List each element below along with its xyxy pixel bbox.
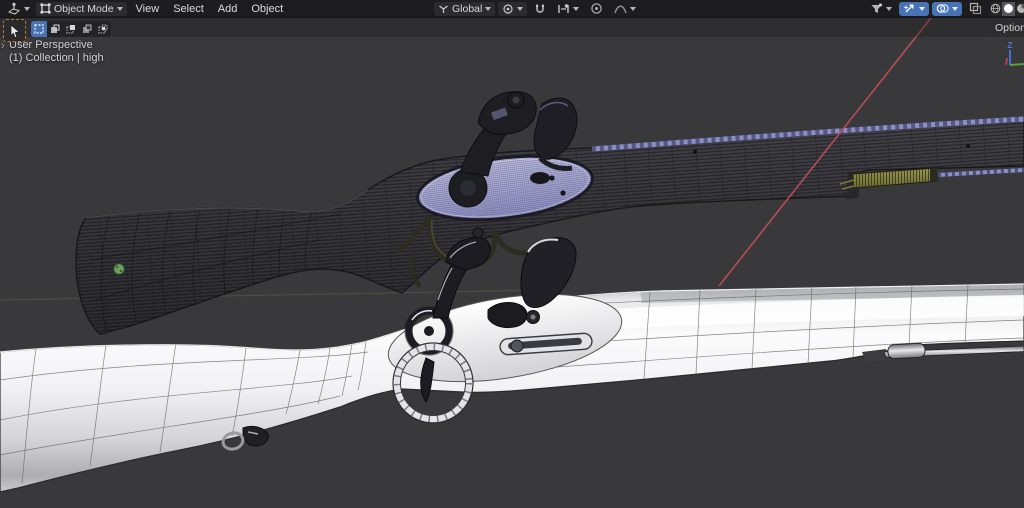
menubar: View Select Add Object [129, 0, 291, 17]
active-object-label: (1) Collection | high [9, 52, 104, 65]
sling-button [114, 264, 125, 275]
wireframe-shading-icon [990, 3, 1001, 14]
tool-header [0, 17, 1024, 37]
chevron-down-icon [117, 7, 123, 11]
shading-wireframe-button[interactable] [989, 2, 1002, 16]
axis-z-label: Z [1008, 41, 1013, 50]
shading-mode-group [989, 2, 1024, 16]
chevron-down-icon [573, 7, 579, 11]
menu-object[interactable]: Object [244, 0, 290, 17]
select-set-icon [34, 24, 44, 34]
viewport-header: Object Mode View Select Add Object Globa… [0, 0, 1024, 18]
chevron-down-icon [24, 7, 30, 11]
viewport-overlay-text: User Perspective (1) Collection | high [9, 39, 104, 65]
snap-toggle[interactable] [530, 2, 550, 16]
mini-axis-gizmo[interactable]: Z [1006, 41, 1024, 65]
select-mode-subtract-button[interactable] [63, 21, 79, 37]
select-subtract-icon [66, 24, 76, 34]
cursor-arrow-icon [9, 24, 21, 38]
material-shading-icon [1016, 3, 1024, 14]
solid-shading-icon [1003, 3, 1014, 14]
show-overlays-toggle[interactable] [932, 2, 962, 16]
snap-magnet-icon [534, 3, 546, 15]
menu-add[interactable]: Add [211, 0, 245, 17]
shading-material-button[interactable] [1015, 2, 1024, 16]
chevron-down-icon [952, 7, 958, 11]
editor-type-icon [7, 2, 21, 15]
blender-window: Z Object Mode [0, 0, 1024, 508]
active-tool-tweak-button[interactable] [3, 19, 26, 42]
chevron-down-icon [630, 7, 636, 11]
chevron-down-icon [886, 7, 892, 11]
falloff-dropdown[interactable] [610, 2, 640, 16]
viewport-canvas[interactable]: Z [0, 0, 1024, 508]
proportional-editing-toggle[interactable] [586, 2, 607, 16]
falloff-icon [614, 3, 627, 14]
overlays-icon [936, 2, 949, 15]
proportional-icon [590, 2, 603, 15]
select-mode-set-button[interactable] [31, 21, 47, 37]
xray-icon [969, 2, 982, 15]
visibility-filter-icon [870, 3, 883, 15]
transform-orientation-icon [438, 3, 449, 14]
snap-target-dropdown[interactable] [553, 2, 583, 16]
orientation-label: Global [452, 2, 482, 16]
xray-toggle[interactable] [965, 2, 986, 16]
mode-label: Object Mode [54, 2, 114, 16]
pivot-dropdown[interactable] [498, 2, 527, 16]
select-intersect-icon [98, 24, 108, 34]
select-invert-icon [82, 24, 92, 34]
object-mode-icon [40, 3, 51, 14]
select-mode-invert-button[interactable] [79, 21, 95, 37]
select-extend-icon [50, 24, 60, 34]
select-mode-extend-button[interactable] [47, 21, 63, 37]
select-mode-intersect-button[interactable] [95, 21, 111, 37]
show-gizmo-toggle[interactable] [899, 2, 929, 16]
mode-dropdown[interactable]: Object Mode [36, 2, 127, 16]
chevron-down-icon [517, 7, 523, 11]
chevron-down-icon [485, 7, 491, 11]
options-label: Options [995, 22, 1024, 34]
select-mode-group [31, 21, 111, 37]
gizmo-icon [903, 2, 916, 15]
shading-solid-button[interactable] [1002, 2, 1015, 16]
snap-target-icon [557, 3, 570, 15]
menu-view[interactable]: View [129, 0, 167, 17]
tool-options-dropdown[interactable]: Options [986, 20, 1024, 36]
editor-type-button[interactable] [3, 2, 34, 16]
visibility-filter-dropdown[interactable] [866, 2, 896, 16]
chevron-down-icon [919, 7, 925, 11]
orientation-dropdown[interactable]: Global [434, 2, 495, 16]
pivot-icon [502, 3, 514, 15]
menu-select[interactable]: Select [166, 0, 211, 17]
